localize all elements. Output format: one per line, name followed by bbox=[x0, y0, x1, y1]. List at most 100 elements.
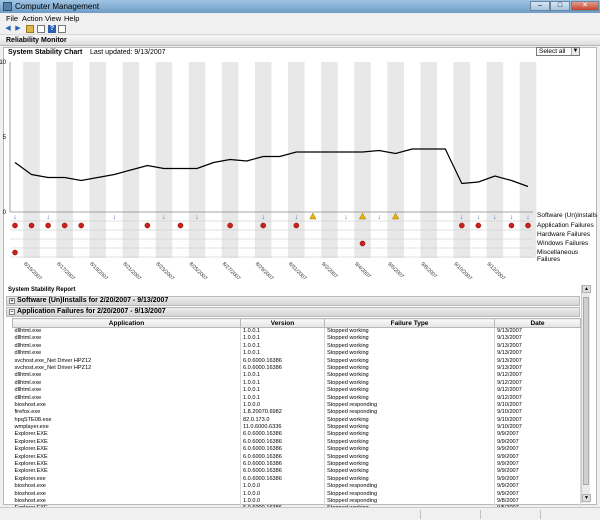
day-band bbox=[519, 62, 537, 258]
section-application-failures[interactable]: – Application Failures for 2/20/2007 - 9… bbox=[6, 307, 580, 317]
scroll-down-icon[interactable]: ▼ bbox=[582, 494, 591, 502]
table-row[interactable]: Explorer.EXE6.0.6000.16386Stopped workin… bbox=[12, 453, 581, 461]
day-band bbox=[420, 62, 437, 258]
day-band bbox=[387, 62, 404, 258]
table-row[interactable]: dllhtml.exe 1.0.0.1 Stopped working 9/12/20… bbox=[12, 386, 581, 395]
cell-failure-type: Stopped working bbox=[324, 379, 495, 387]
table-row[interactable]: bioshost.exe 1.0.0.0 Stopped responding 9/9… bbox=[12, 482, 581, 491]
date-label: 8/31/2007 bbox=[287, 261, 308, 282]
y-tick-label: 10 bbox=[0, 60, 7, 66]
error-icon bbox=[12, 249, 18, 256]
collapse-icon[interactable]: – bbox=[9, 309, 15, 315]
table-row[interactable]: bioshost.exe 1.0.0.0 Stopped responding 9/8… bbox=[12, 497, 581, 505]
warning-icon bbox=[309, 212, 317, 220]
install-icon: ↓ bbox=[526, 214, 530, 221]
date-label: 9/10/2007 bbox=[452, 261, 473, 282]
table-row[interactable]: bioshost.exe 1.0.0.0 Stopped responding 9/1… bbox=[12, 401, 581, 409]
expand-icon[interactable]: + bbox=[9, 298, 15, 304]
cell-date: 9/13/2007 bbox=[494, 334, 581, 343]
table-row[interactable]: bioshost.exe 1.0.0.0 Stopped responding 9/9… bbox=[12, 490, 581, 498]
cell-failure-type: Stopped working bbox=[324, 357, 495, 365]
table-row[interactable]: dllhtml.exe 1.0.0.1 Stopped working 9/12/20… bbox=[12, 371, 581, 380]
cell-version: 11.0.6000.6336 bbox=[240, 423, 325, 431]
column-header-version[interactable]: Version bbox=[240, 318, 325, 328]
install-icon: ↓ bbox=[493, 214, 497, 221]
error-icon bbox=[177, 222, 184, 229]
stability-chart: 10 5 0 ↓ ↓ ↓ ↓ ↓ ↓ ↓ ↓ ↓ ↓ ↓ ↓ ↓ ↓ 8/15/2007 8/17/2007 8/… bbox=[0, 60, 537, 282]
category-windows-failures: Windows Failures bbox=[537, 240, 589, 247]
date-label: 8/15/2007 bbox=[22, 261, 43, 282]
cell-failure-type: Stopped working bbox=[324, 364, 495, 372]
cell-failure-type: Stopped working bbox=[324, 386, 495, 395]
cell-application: dllhtml.exe bbox=[12, 334, 241, 343]
table-row[interactable]: svchost.exe_Net Driver HPZ12 6.0.6000.163… bbox=[12, 364, 581, 372]
cell-application: bioshost.exe bbox=[12, 482, 241, 491]
cell-version: 6.0.6000.16386 bbox=[240, 445, 325, 454]
cell-date: 9/13/2007 bbox=[494, 357, 581, 365]
cell-version: 1.0.0.0 bbox=[240, 401, 325, 409]
cell-failure-type: Stopped working bbox=[324, 438, 495, 446]
day-band bbox=[486, 62, 504, 258]
error-icon bbox=[459, 222, 465, 229]
cell-application: bioshost.exe bbox=[12, 497, 241, 505]
date-label: 8/25/2007 bbox=[188, 261, 209, 282]
date-label: 9/8/2007 bbox=[419, 261, 438, 280]
cell-failure-type: Stopped working bbox=[324, 453, 495, 461]
cell-version: 1.0.0.1 bbox=[240, 334, 325, 343]
table-row[interactable]: Explorer.EXE6.0.6000.16386Stopped workin… bbox=[12, 460, 581, 468]
cell-failure-type: Stopped working bbox=[324, 342, 495, 350]
table-row[interactable]: dllhtml.exe 1.0.0.1 Stopped working 9/13/20… bbox=[12, 334, 581, 343]
install-icon: ↓ bbox=[344, 214, 348, 221]
status-cell bbox=[480, 510, 481, 519]
day-band bbox=[155, 62, 173, 258]
scroll-thumb[interactable] bbox=[583, 297, 589, 485]
day-band bbox=[56, 62, 73, 258]
table-row[interactable]: wmplayer.exe 11.0.6000.6336 Stopped workin… bbox=[12, 423, 581, 431]
error-icon bbox=[61, 222, 68, 229]
date-label: 9/6/2007 bbox=[386, 261, 405, 280]
cell-failure-type: Stopped working bbox=[324, 430, 495, 439]
cell-date: 9/10/2007 bbox=[494, 401, 581, 409]
cell-application: wmplayer.exe bbox=[12, 423, 241, 431]
column-header-date[interactable]: Date bbox=[494, 318, 581, 328]
section-software-installs[interactable]: + Software (Un)Installs for 2/20/2007 - … bbox=[6, 296, 580, 306]
cell-version: 1.0.0.1 bbox=[240, 386, 325, 395]
category-software-installs: Software (Un)Installs bbox=[537, 212, 598, 219]
report-title: System Stability Report bbox=[8, 287, 76, 293]
table-row[interactable]: dllhtml.exe 1.0.0.1 Stopped working 9/12/20… bbox=[12, 379, 581, 387]
cell-failure-type: Stopped responding bbox=[324, 401, 495, 409]
table-row[interactable]: Explorer.EXE6.0.6000.16386Stopped workin… bbox=[12, 445, 581, 454]
day-band bbox=[453, 62, 471, 258]
table-row[interactable]: dllhtml.exe 1.0.0.1 Stopped working 9/13/20… bbox=[12, 349, 581, 358]
cell-version: 6.0.6000.16386 bbox=[240, 357, 325, 365]
cell-date: 9/9/2007 bbox=[494, 475, 581, 483]
table-row[interactable]: Explorer.exe 6.0.6000.16386 Stopped workin… bbox=[12, 475, 581, 483]
table-row[interactable]: Explorer.EXE6.0.6000.16386Stopped workin… bbox=[12, 467, 581, 476]
table-row[interactable]: dllhtml.exe 1.0.0.1 Stopped working 9/13/20… bbox=[12, 342, 581, 350]
table-row[interactable]: firefox.exe 1.8.20070.6982 Stopped respond… bbox=[12, 408, 581, 417]
column-header-failure-type[interactable]: Failure Type bbox=[324, 318, 495, 328]
table-row[interactable]: dllhtml.exe 1.0.0.1 Stopped working 9/13/20… bbox=[12, 327, 581, 335]
cell-version: 6.0.6000.16386 bbox=[240, 475, 325, 483]
table-row[interactable]: dllhtml.exe 1.0.0.1 Stopped working 9/12/20… bbox=[12, 394, 581, 402]
table-row[interactable]: Explorer.EXE6.0.6000.16386Stopped workin… bbox=[12, 430, 581, 439]
cell-version: 1.0.0.1 bbox=[240, 349, 325, 358]
day-band bbox=[23, 62, 40, 258]
table-row[interactable]: Explorer.EXE6.0.6000.16386Stopped workin… bbox=[12, 438, 581, 446]
table-row[interactable]: hpqSTE08.exe 82.0.173.0 Stopped working 9/1… bbox=[12, 416, 581, 424]
cell-version: 1.8.20070.6982 bbox=[240, 408, 325, 417]
cell-application: firefox.exe bbox=[12, 408, 241, 417]
table-row[interactable]: svchost.exe_Net Driver HPZ12 6.0.6000.163… bbox=[12, 357, 581, 365]
vertical-scrollbar[interactable]: ▲ ▼ bbox=[581, 285, 591, 503]
cell-failure-type: Stopped working bbox=[324, 467, 495, 476]
scroll-up-icon[interactable]: ▲ bbox=[582, 285, 591, 293]
cell-date: 9/9/2007 bbox=[494, 438, 581, 446]
cell-application: Explorer.EXE bbox=[12, 430, 241, 439]
cell-application: dllhtml.exe bbox=[12, 327, 241, 335]
error-icon bbox=[45, 222, 51, 229]
cell-application: dllhtml.exe bbox=[12, 342, 241, 350]
day-band bbox=[89, 62, 107, 258]
cell-application: dllhtml.exe bbox=[12, 379, 241, 387]
column-header-application[interactable]: Application bbox=[12, 318, 241, 328]
cell-date: 9/13/2007 bbox=[494, 342, 581, 350]
